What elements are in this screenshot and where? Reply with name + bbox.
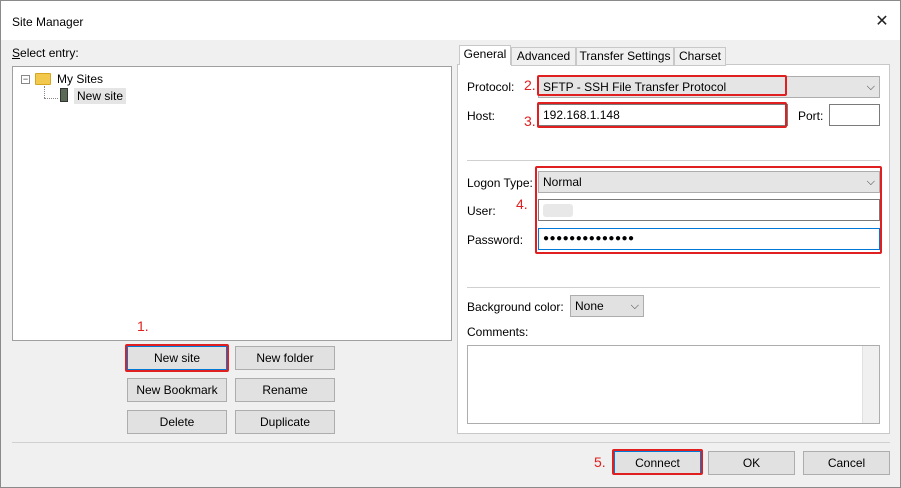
password-label: Password: [467, 233, 524, 247]
site-tree[interactable]: − My Sites New site [12, 66, 452, 341]
annotation-4: 4. [516, 196, 528, 212]
tree-item-new-site-label: New site [74, 88, 127, 104]
footer-divider [12, 442, 890, 443]
redacted-user [543, 204, 573, 217]
protocol-value: SFTP - SSH File Transfer Protocol [543, 80, 727, 94]
protocol-select[interactable]: SFTP - SSH File Transfer Protocol ⌵ [538, 76, 880, 98]
select-entry-text: Select entry: [12, 46, 79, 60]
chevron-down-icon: ⌵ [866, 176, 875, 188]
select-entry-rest: elect entry: [20, 46, 79, 60]
ok-button[interactable]: OK [708, 451, 795, 475]
window-title: Site Manager [12, 15, 84, 29]
host-input[interactable]: 192.168.1.148 [538, 104, 788, 126]
chevron-down-icon: ⌵ [866, 81, 875, 93]
rename-button[interactable]: Rename [235, 378, 335, 402]
duplicate-button[interactable]: Duplicate [235, 410, 335, 434]
host-label: Host: [467, 109, 496, 123]
folder-icon [35, 73, 51, 85]
tab-transfer-settings[interactable]: Transfer Settings [576, 47, 674, 66]
logon-type-value: Normal [543, 175, 582, 189]
annotation-2: 2. [524, 77, 536, 93]
password-input[interactable]: ●●●●●●●●●●●●●● [538, 228, 880, 250]
tree-item-my-sites[interactable]: My Sites [57, 72, 103, 86]
comments-label: Comments: [467, 325, 529, 339]
new-site-button[interactable]: New site [127, 346, 227, 370]
connect-button[interactable]: Connect [614, 451, 701, 475]
background-color-label: Background color: [467, 300, 564, 314]
background-color-value: None [575, 299, 604, 313]
close-icon[interactable]: ✕ [872, 12, 892, 32]
new-bookmark-button[interactable]: New Bookmark [127, 378, 227, 402]
new-folder-button[interactable]: New folder [235, 346, 335, 370]
logon-type-select[interactable]: Normal ⌵ [538, 171, 880, 193]
tree-line [44, 86, 45, 98]
user-input[interactable] [538, 199, 880, 221]
tree-line [44, 98, 58, 99]
protocol-label: Protocol: [467, 80, 515, 94]
cancel-button[interactable]: Cancel [803, 451, 890, 475]
tree-item-new-site[interactable]: New site [74, 88, 127, 104]
delete-button[interactable]: Delete [127, 410, 227, 434]
comments-scrollbar[interactable] [862, 346, 879, 423]
annotation-5: 5. [594, 454, 606, 470]
comments-textarea[interactable] [467, 345, 880, 424]
user-label: User: [467, 204, 496, 218]
annotation-1: 1. [137, 318, 149, 334]
server-icon [60, 88, 68, 102]
logon-type-label: Logon Type: [467, 176, 533, 190]
divider [467, 160, 880, 161]
background-color-select[interactable]: None ⌵ [570, 295, 644, 317]
tab-advanced[interactable]: Advanced [511, 47, 576, 66]
title-bar [0, 0, 901, 40]
collapse-icon[interactable]: − [21, 75, 30, 84]
port-label: Port: [798, 109, 824, 123]
annotation-3: 3. [524, 113, 536, 129]
port-input[interactable] [829, 104, 880, 126]
tab-general[interactable]: General [459, 45, 511, 65]
tab-charset[interactable]: Charset [674, 47, 726, 66]
chevron-down-icon: ⌵ [630, 300, 639, 312]
divider [467, 287, 880, 288]
select-entry-mnemonic: S [12, 46, 21, 60]
